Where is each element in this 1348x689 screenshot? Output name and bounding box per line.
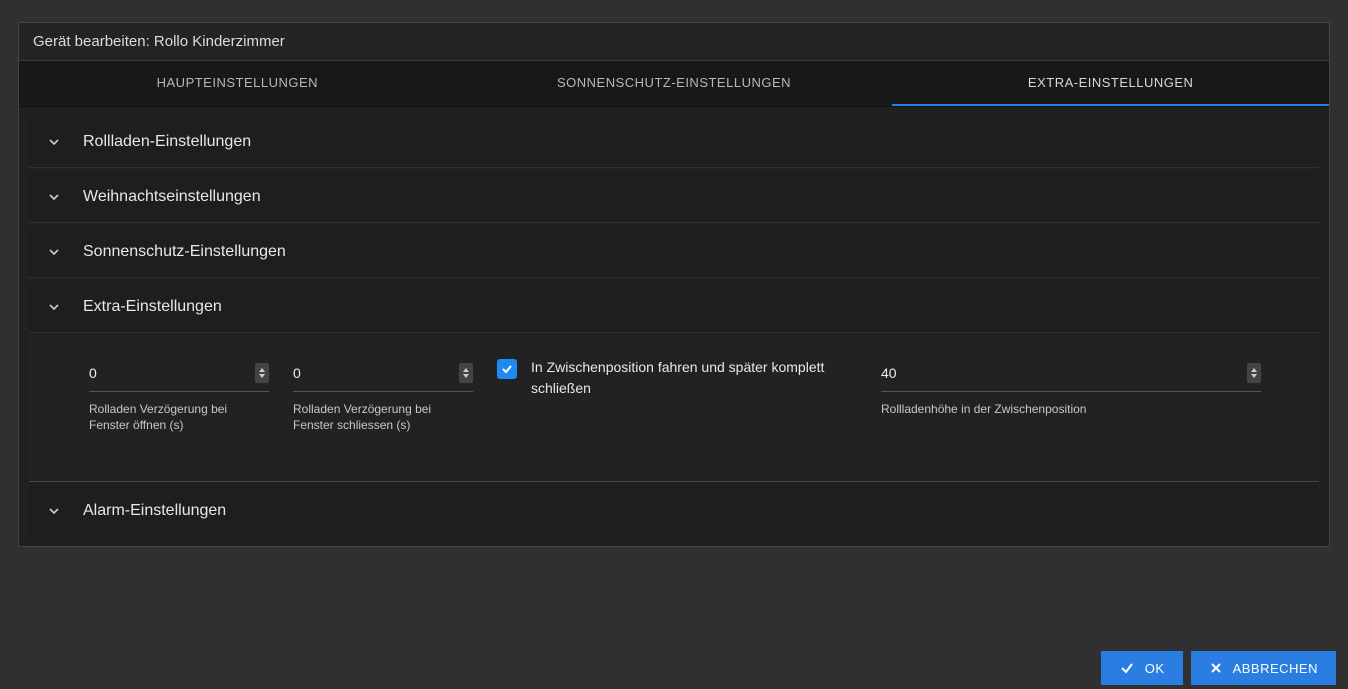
delay-close-label: Rolladen Verzögerung bei Fenster schlies… [293,402,473,433]
delay-open-label: Rolladen Verzögerung bei Fenster öffnen … [89,402,269,433]
section-sonnen-header[interactable]: Sonnenschutz-Einstellungen [29,227,1319,278]
section-alarm: Alarm-Einstellungen [29,486,1319,536]
chevron-down-icon [47,135,61,149]
section-rollladen-header[interactable]: Rollladen-Einstellungen [29,117,1319,168]
section-extra: Extra-Einstellungen 0 Rolladen Verzögeru… [29,282,1319,482]
edit-device-dialog: Gerät bearbeiten: Rollo Kinderzimmer HAU… [18,22,1330,547]
close-icon [1209,661,1223,675]
cancel-button[interactable]: ABBRECHEN [1191,651,1336,685]
stepper-icon[interactable] [1247,363,1261,383]
field-delay-open: 0 Rolladen Verzögerung bei Fenster öffne… [89,357,269,433]
tab-sun[interactable]: SONNENSCHUTZ-EINSTELLUNGEN [456,61,893,106]
delay-open-input[interactable]: 0 [89,357,269,392]
chevron-down-icon [47,190,61,204]
section-alarm-title: Alarm-Einstellungen [83,502,226,520]
section-rollladen-title: Rollladen-Einstellungen [83,133,251,151]
chevron-down-icon [47,300,61,314]
delay-open-value: 0 [89,365,255,381]
content-area: Rollladen-Einstellungen Weihnachtseinste… [19,107,1329,546]
delay-close-input[interactable]: 0 [293,357,473,392]
height-label: Rollladenhöhe in der Zwischenposition [881,402,1261,418]
field-intermediate: In Zwischenposition fahren und später ko… [497,357,857,399]
section-weihnacht: Weihnachtseinstellungen [29,172,1319,223]
section-extra-body: 0 Rolladen Verzögerung bei Fenster öffne… [29,333,1319,482]
section-extra-title: Extra-Einstellungen [83,298,222,316]
ok-label: OK [1145,661,1165,676]
stepper-icon[interactable] [255,363,269,383]
section-sonnen-title: Sonnenschutz-Einstellungen [83,243,286,261]
section-rollladen: Rollladen-Einstellungen [29,117,1319,168]
section-weihnacht-title: Weihnachtseinstellungen [83,188,261,206]
tab-main[interactable]: HAUPTEINSTELLUNGEN [19,61,456,106]
tab-bar: HAUPTEINSTELLUNGEN SONNENSCHUTZ-EINSTELL… [19,61,1329,107]
cancel-label: ABBRECHEN [1233,661,1318,676]
check-icon [1119,660,1135,676]
delay-close-value: 0 [293,365,459,381]
dialog-footer: OK ABBRECHEN [0,649,1348,689]
field-delay-close: 0 Rolladen Verzögerung bei Fenster schli… [293,357,473,433]
field-height: 40 Rollladenhöhe in der Zwischenposition [881,357,1261,418]
dialog-title: Gerät bearbeiten: Rollo Kinderzimmer [19,23,1329,61]
intermediate-label: In Zwischenposition fahren und später ko… [531,357,857,399]
chevron-down-icon [47,245,61,259]
tab-extra[interactable]: EXTRA-EINSTELLUNGEN [892,61,1329,106]
section-alarm-header[interactable]: Alarm-Einstellungen [29,486,1319,536]
ok-button[interactable]: OK [1101,651,1183,685]
section-extra-header[interactable]: Extra-Einstellungen [29,282,1319,333]
height-input[interactable]: 40 [881,357,1261,392]
height-value: 40 [881,365,1247,381]
chevron-down-icon [47,504,61,518]
stepper-icon[interactable] [459,363,473,383]
section-sonnen: Sonnenschutz-Einstellungen [29,227,1319,278]
intermediate-checkbox[interactable] [497,359,517,379]
section-weihnacht-header[interactable]: Weihnachtseinstellungen [29,172,1319,223]
